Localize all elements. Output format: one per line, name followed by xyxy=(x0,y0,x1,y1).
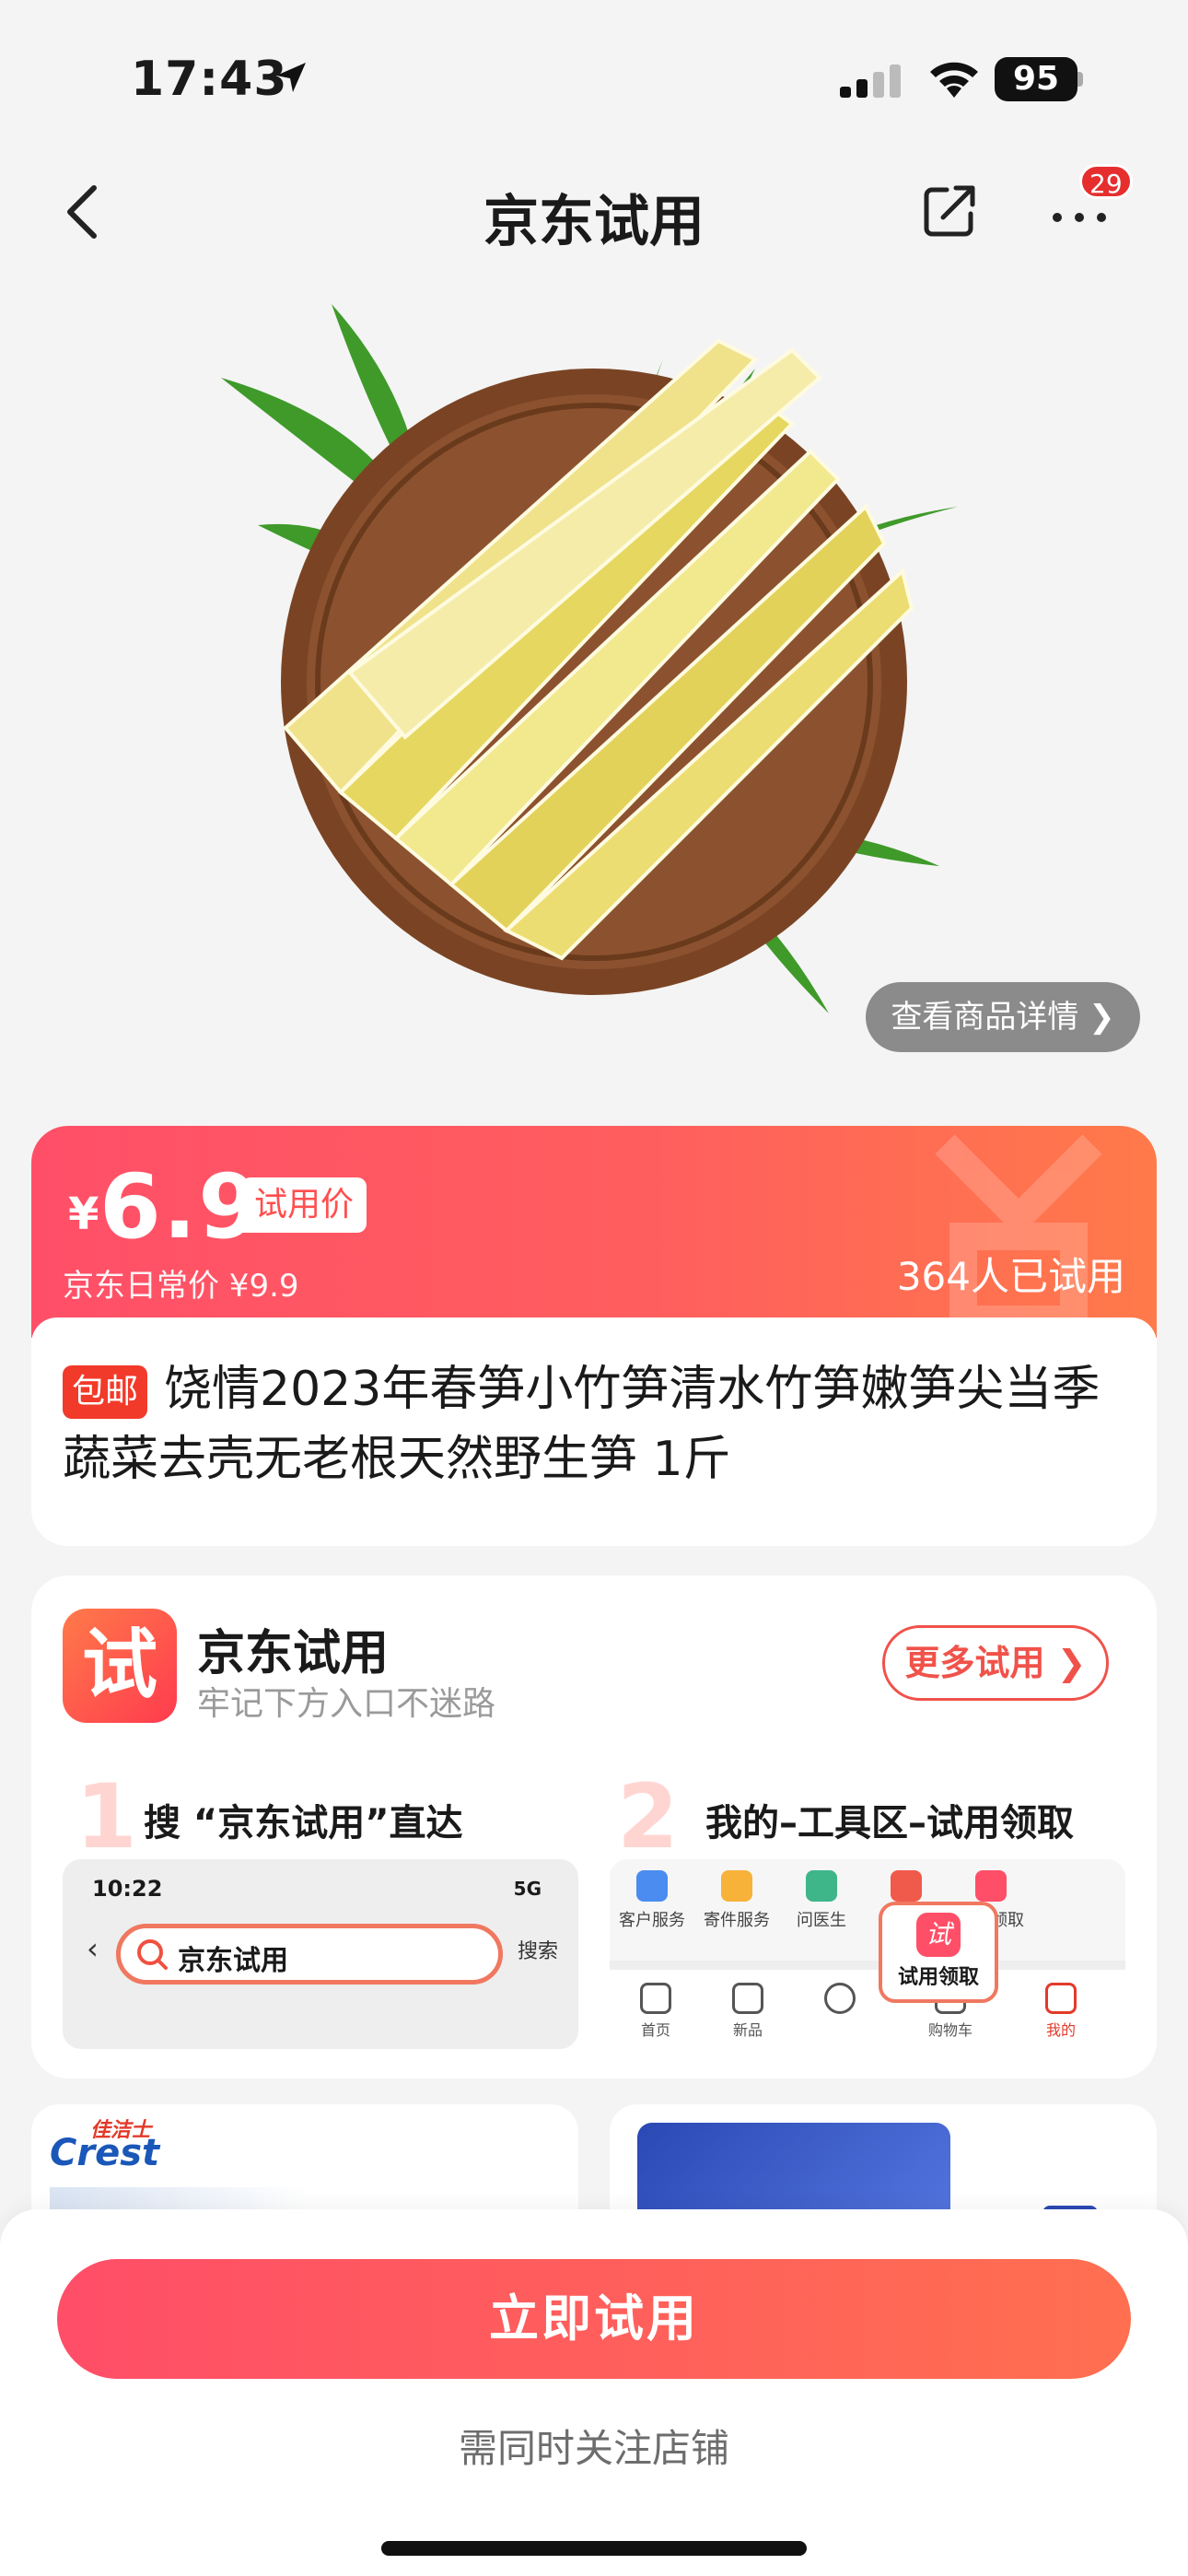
mock-trial-popup: 试 试用领取 xyxy=(879,1902,998,2003)
cellular-signal-icon xyxy=(840,64,901,98)
product-title-panel: 包邮 饶情2023年春笋小竹笋清水竹笋嫩笋尖当季蔬菜去壳无老根天然野生笋 1斤 xyxy=(31,1317,1157,1546)
try-now-button[interactable]: 立即试用 xyxy=(57,2259,1131,2379)
status-time: 17:43 xyxy=(131,52,288,107)
mock-tool-item: 客户服务 xyxy=(610,1870,694,1931)
step-number: 2 xyxy=(617,1765,679,1868)
step-number: 1 xyxy=(76,1765,137,1868)
mock-tool-row: 客户服务 寄件服务 问医生 试用领取 xyxy=(610,1859,1125,1961)
battery-tip xyxy=(1077,72,1083,87)
mock-back-icon: ‹ xyxy=(87,1931,99,1966)
trial-price-tag: 试用价 xyxy=(241,1177,367,1233)
mock-tab: 首页 xyxy=(619,1983,693,2040)
mock-search-button: 搜索 xyxy=(517,1940,558,1963)
mock-tool-item: 问医生 xyxy=(779,1870,864,1931)
search-guide-mockup: 10:22 5G ‹ 京东试用 搜索 xyxy=(63,1859,578,2049)
recommended-product-card[interactable]: 佳洁士 Crest xyxy=(31,2104,578,2215)
price-banner: ¥ 6.9 试用价 京东日常价 ¥9.9 364人已试用 xyxy=(31,1126,1157,1338)
entry-subtitle: 牢记下方入口不迷路 xyxy=(197,1685,496,1723)
jd-trial-logo: 试 xyxy=(63,1609,177,1723)
step-text: 搜 “京东试用”直达 xyxy=(144,1802,463,1844)
recommended-product-card[interactable] xyxy=(610,2104,1157,2215)
mock-tab-bar: 首页 新品 购物车 我的 xyxy=(610,1970,1125,2049)
mock-tab: 我的 xyxy=(1024,1983,1098,2040)
price-card: ¥ 6.9 试用价 京东日常价 ¥9.9 364人已试用 包邮 饶情2023年春… xyxy=(31,1126,1157,1546)
view-product-details-button[interactable]: 查看商品详情 ❯ xyxy=(866,982,1140,1052)
battery-indicator: 95 xyxy=(995,57,1083,101)
product-bag-image xyxy=(637,2123,950,2215)
wifi-icon xyxy=(930,62,978,98)
entry-title: 京东试用 xyxy=(197,1626,390,1681)
page-title: 京东试用 xyxy=(483,190,705,254)
mock-tab: 新品 xyxy=(711,1983,785,2040)
location-arrow-icon xyxy=(276,63,306,92)
mock-search-query: 京东试用 xyxy=(178,1945,288,1977)
follow-shop-note: 需同时关注店铺 xyxy=(458,2426,729,2471)
trial-gift-icon: 试 xyxy=(916,1913,961,1957)
mock-popup-label: 试用领取 xyxy=(897,1966,979,1989)
more-trials-button[interactable]: 更多试用 ❯ xyxy=(882,1625,1109,1701)
search-icon xyxy=(137,1939,168,1970)
mock-tool-item: 寄件服务 xyxy=(694,1870,779,1931)
tools-guide-mockup: 客户服务 寄件服务 问医生 试用领取 首页 新品 购物车 我的 试 试用领取 xyxy=(610,1859,1125,2049)
trial-entry-card: 试 京东试用 牢记下方入口不迷路 更多试用 ❯ 1 搜 “京东试用”直达 2 我… xyxy=(31,1575,1157,2078)
mock-status-time: 10:22 xyxy=(92,1876,163,1902)
notification-badge: 29 xyxy=(1079,164,1133,199)
step-text: 我的–工具区–试用领取 xyxy=(705,1802,1074,1844)
product-image xyxy=(221,304,958,1013)
product-title: 饶情2023年春笋小竹笋清水竹笋嫩笋尖当季蔬菜去壳无老根天然野生笋 1斤 xyxy=(63,1362,1101,1487)
mock-search-bar: 京东试用 xyxy=(116,1924,503,1985)
bottom-action-bar: 立即试用 需同时关注店铺 xyxy=(0,2209,1188,2576)
daily-price: 京东日常价 ¥9.9 xyxy=(63,1268,299,1305)
mock-tab xyxy=(803,1983,877,2018)
brand-logo: Crest xyxy=(50,2132,160,2174)
trial-price: 6.9 xyxy=(99,1155,262,1259)
share-icon[interactable] xyxy=(921,181,980,240)
mock-network: 5G xyxy=(513,1878,542,1900)
nav-bar: 京东试用 29 xyxy=(0,157,1188,267)
home-indicator[interactable] xyxy=(381,2541,807,2556)
currency-symbol: ¥ xyxy=(68,1188,99,1240)
jd-watermark-icon xyxy=(935,1134,1102,1333)
tried-count: 364人已试用 xyxy=(896,1254,1125,1299)
status-bar: 17:43 95 xyxy=(0,0,1188,157)
battery-level: 95 xyxy=(995,57,1077,101)
